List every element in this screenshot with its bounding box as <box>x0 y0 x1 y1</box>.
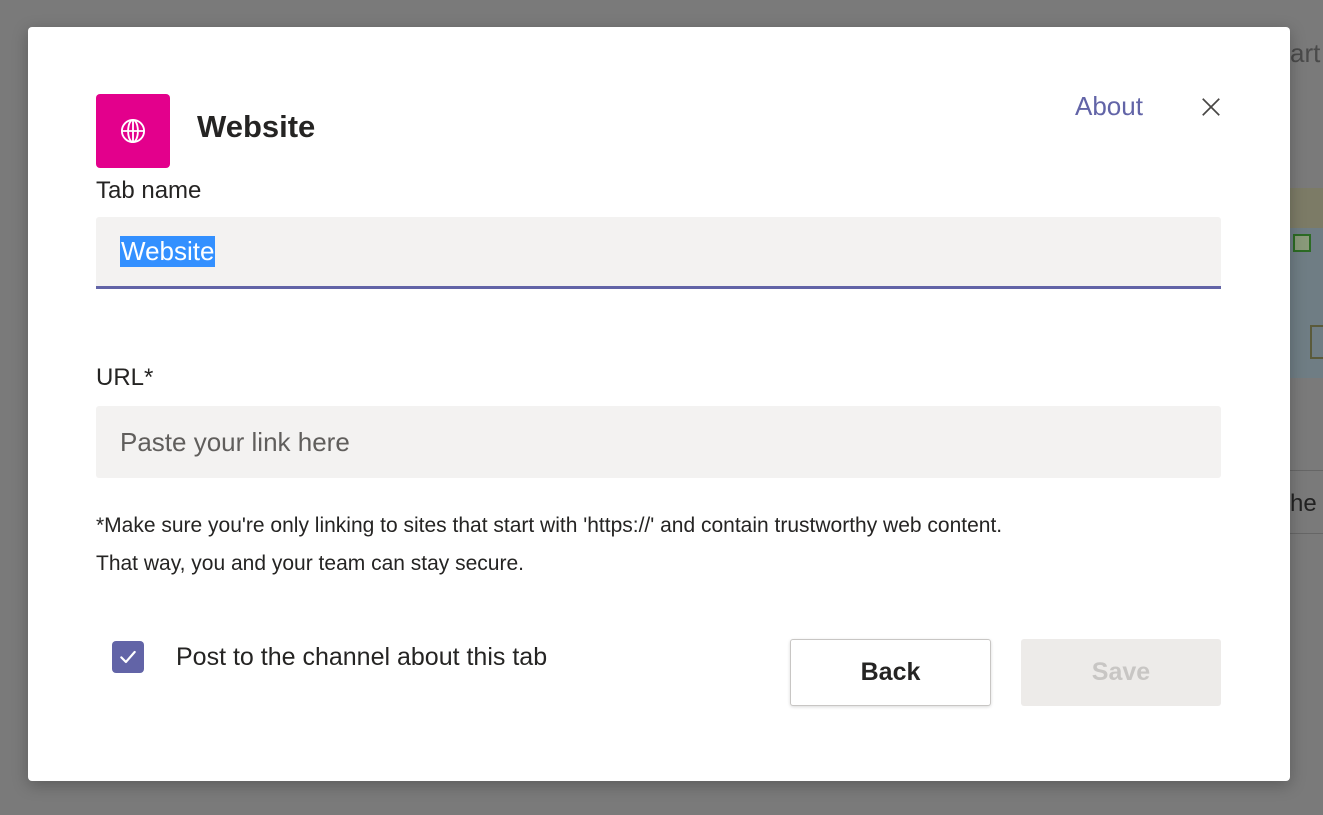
save-button[interactable]: Save <box>1021 639 1221 706</box>
background-checkbox <box>1293 234 1311 252</box>
helper-line-2: That way, you and your team can stay sec… <box>96 552 524 575</box>
about-link[interactable]: About <box>1075 91 1143 122</box>
security-helper-text: *Make sure you're only linking to sites … <box>96 507 1246 583</box>
globe-icon <box>120 118 146 144</box>
helper-line-1: *Make sure you're only linking to sites … <box>96 514 1003 537</box>
background-box <box>1310 325 1323 359</box>
checkmark-icon <box>120 650 136 664</box>
post-to-channel-label: Post to the channel about this tab <box>176 642 548 671</box>
tab-name-input[interactable]: Website <box>96 217 1221 289</box>
url-placeholder: Paste your link here <box>120 426 350 457</box>
close-button[interactable] <box>1196 92 1226 122</box>
background-button-text: he <box>1290 490 1317 517</box>
url-input[interactable]: Paste your link here <box>96 406 1221 478</box>
website-app-tile <box>96 94 170 168</box>
tab-name-value: Website <box>120 236 216 267</box>
url-label: URL* <box>96 364 154 391</box>
tab-name-label: Tab name <box>96 177 202 204</box>
back-button[interactable]: Back <box>790 639 991 706</box>
close-icon <box>1202 98 1220 116</box>
add-website-tab-dialog: Website About Tab name Website URL* Past… <box>28 27 1290 781</box>
post-to-channel-checkbox[interactable] <box>112 641 144 673</box>
dialog-title: Website <box>197 109 316 144</box>
background-partial-text: art <box>1290 38 1321 68</box>
post-to-channel-option[interactable]: Post to the channel about this tab <box>112 641 547 673</box>
